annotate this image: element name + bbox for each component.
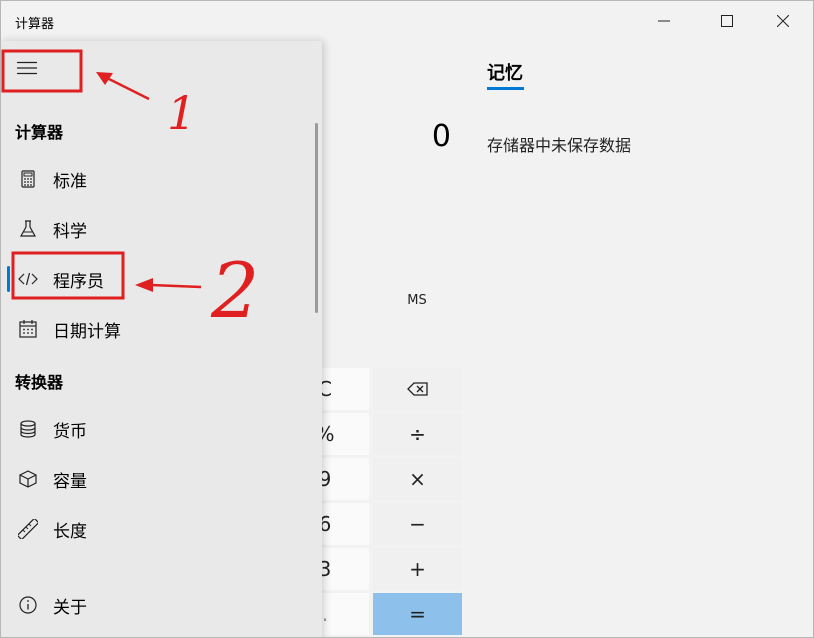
nav-item-label: 关于 xyxy=(53,597,87,618)
memory-tab-underline xyxy=(487,87,524,90)
nav-item-currency[interactable]: 货币 xyxy=(1,407,317,451)
backspace-icon xyxy=(406,382,428,396)
close-icon xyxy=(777,15,789,27)
cube-icon xyxy=(17,468,39,490)
minimize-button[interactable] xyxy=(641,1,687,41)
equals-key[interactable]: = xyxy=(373,593,462,635)
subtract-key[interactable]: − xyxy=(373,503,462,545)
info-icon xyxy=(17,594,39,616)
memory-store-button[interactable]: MS xyxy=(393,293,441,308)
nav-item-standard[interactable]: 标准 xyxy=(1,157,317,201)
coins-icon xyxy=(17,418,39,440)
hamburger-icon xyxy=(17,61,37,75)
nav-item-scientific[interactable]: 科学 xyxy=(1,207,317,251)
maximize-button[interactable] xyxy=(704,1,750,41)
menu-button[interactable] xyxy=(11,55,43,81)
multiply-key[interactable]: × xyxy=(373,458,462,500)
ruler-icon xyxy=(17,518,39,540)
nav-item-label: 货币 xyxy=(53,421,87,442)
maximize-icon xyxy=(721,15,733,27)
nav-item-label: 程序员 xyxy=(53,271,104,292)
add-key[interactable]: + xyxy=(373,548,462,590)
section-title-calculator: 计算器 xyxy=(15,123,64,142)
nav-item-label: 标准 xyxy=(53,171,87,192)
close-button[interactable] xyxy=(760,1,806,41)
nav-item-label: 容量 xyxy=(53,471,87,492)
flask-icon xyxy=(17,218,39,240)
nav-item-label: 日期计算 xyxy=(53,321,121,342)
nav-scrollbar[interactable] xyxy=(315,123,318,313)
window-title: 计算器 xyxy=(15,17,55,32)
nav-item-label: 科学 xyxy=(53,221,87,242)
calendar-icon xyxy=(17,318,39,340)
memory-empty-message: 存储器中未保存数据 xyxy=(487,136,632,155)
code-icon xyxy=(17,268,39,290)
backspace-key[interactable] xyxy=(373,368,462,410)
section-title-converter: 转换器 xyxy=(15,373,64,392)
nav-item-date-calculation[interactable]: 日期计算 xyxy=(1,307,317,351)
navigation-pane: 计算器 标准 科学 程序员 日期计算 转换器 货币 容量 长度 关于 xyxy=(1,41,322,637)
nav-item-length[interactable]: 长度 xyxy=(1,507,317,551)
nav-item-label: 长度 xyxy=(53,521,87,542)
calculator-window: 计算器 记忆 存储器中未保存数据 0 MS C % ÷ 9 × 6 − 3 + … xyxy=(0,0,814,638)
memory-tab[interactable]: 记忆 xyxy=(487,59,523,85)
result-display: 0 xyxy=(431,119,451,154)
nav-item-volume[interactable]: 容量 xyxy=(1,457,317,501)
title-bar: 计算器 xyxy=(1,1,813,41)
nav-item-about[interactable]: 关于 xyxy=(1,583,317,627)
divide-key[interactable]: ÷ xyxy=(373,413,462,455)
nav-item-programmer[interactable]: 程序员 xyxy=(1,257,317,301)
minimize-icon xyxy=(658,20,670,22)
calculator-icon xyxy=(17,168,39,190)
